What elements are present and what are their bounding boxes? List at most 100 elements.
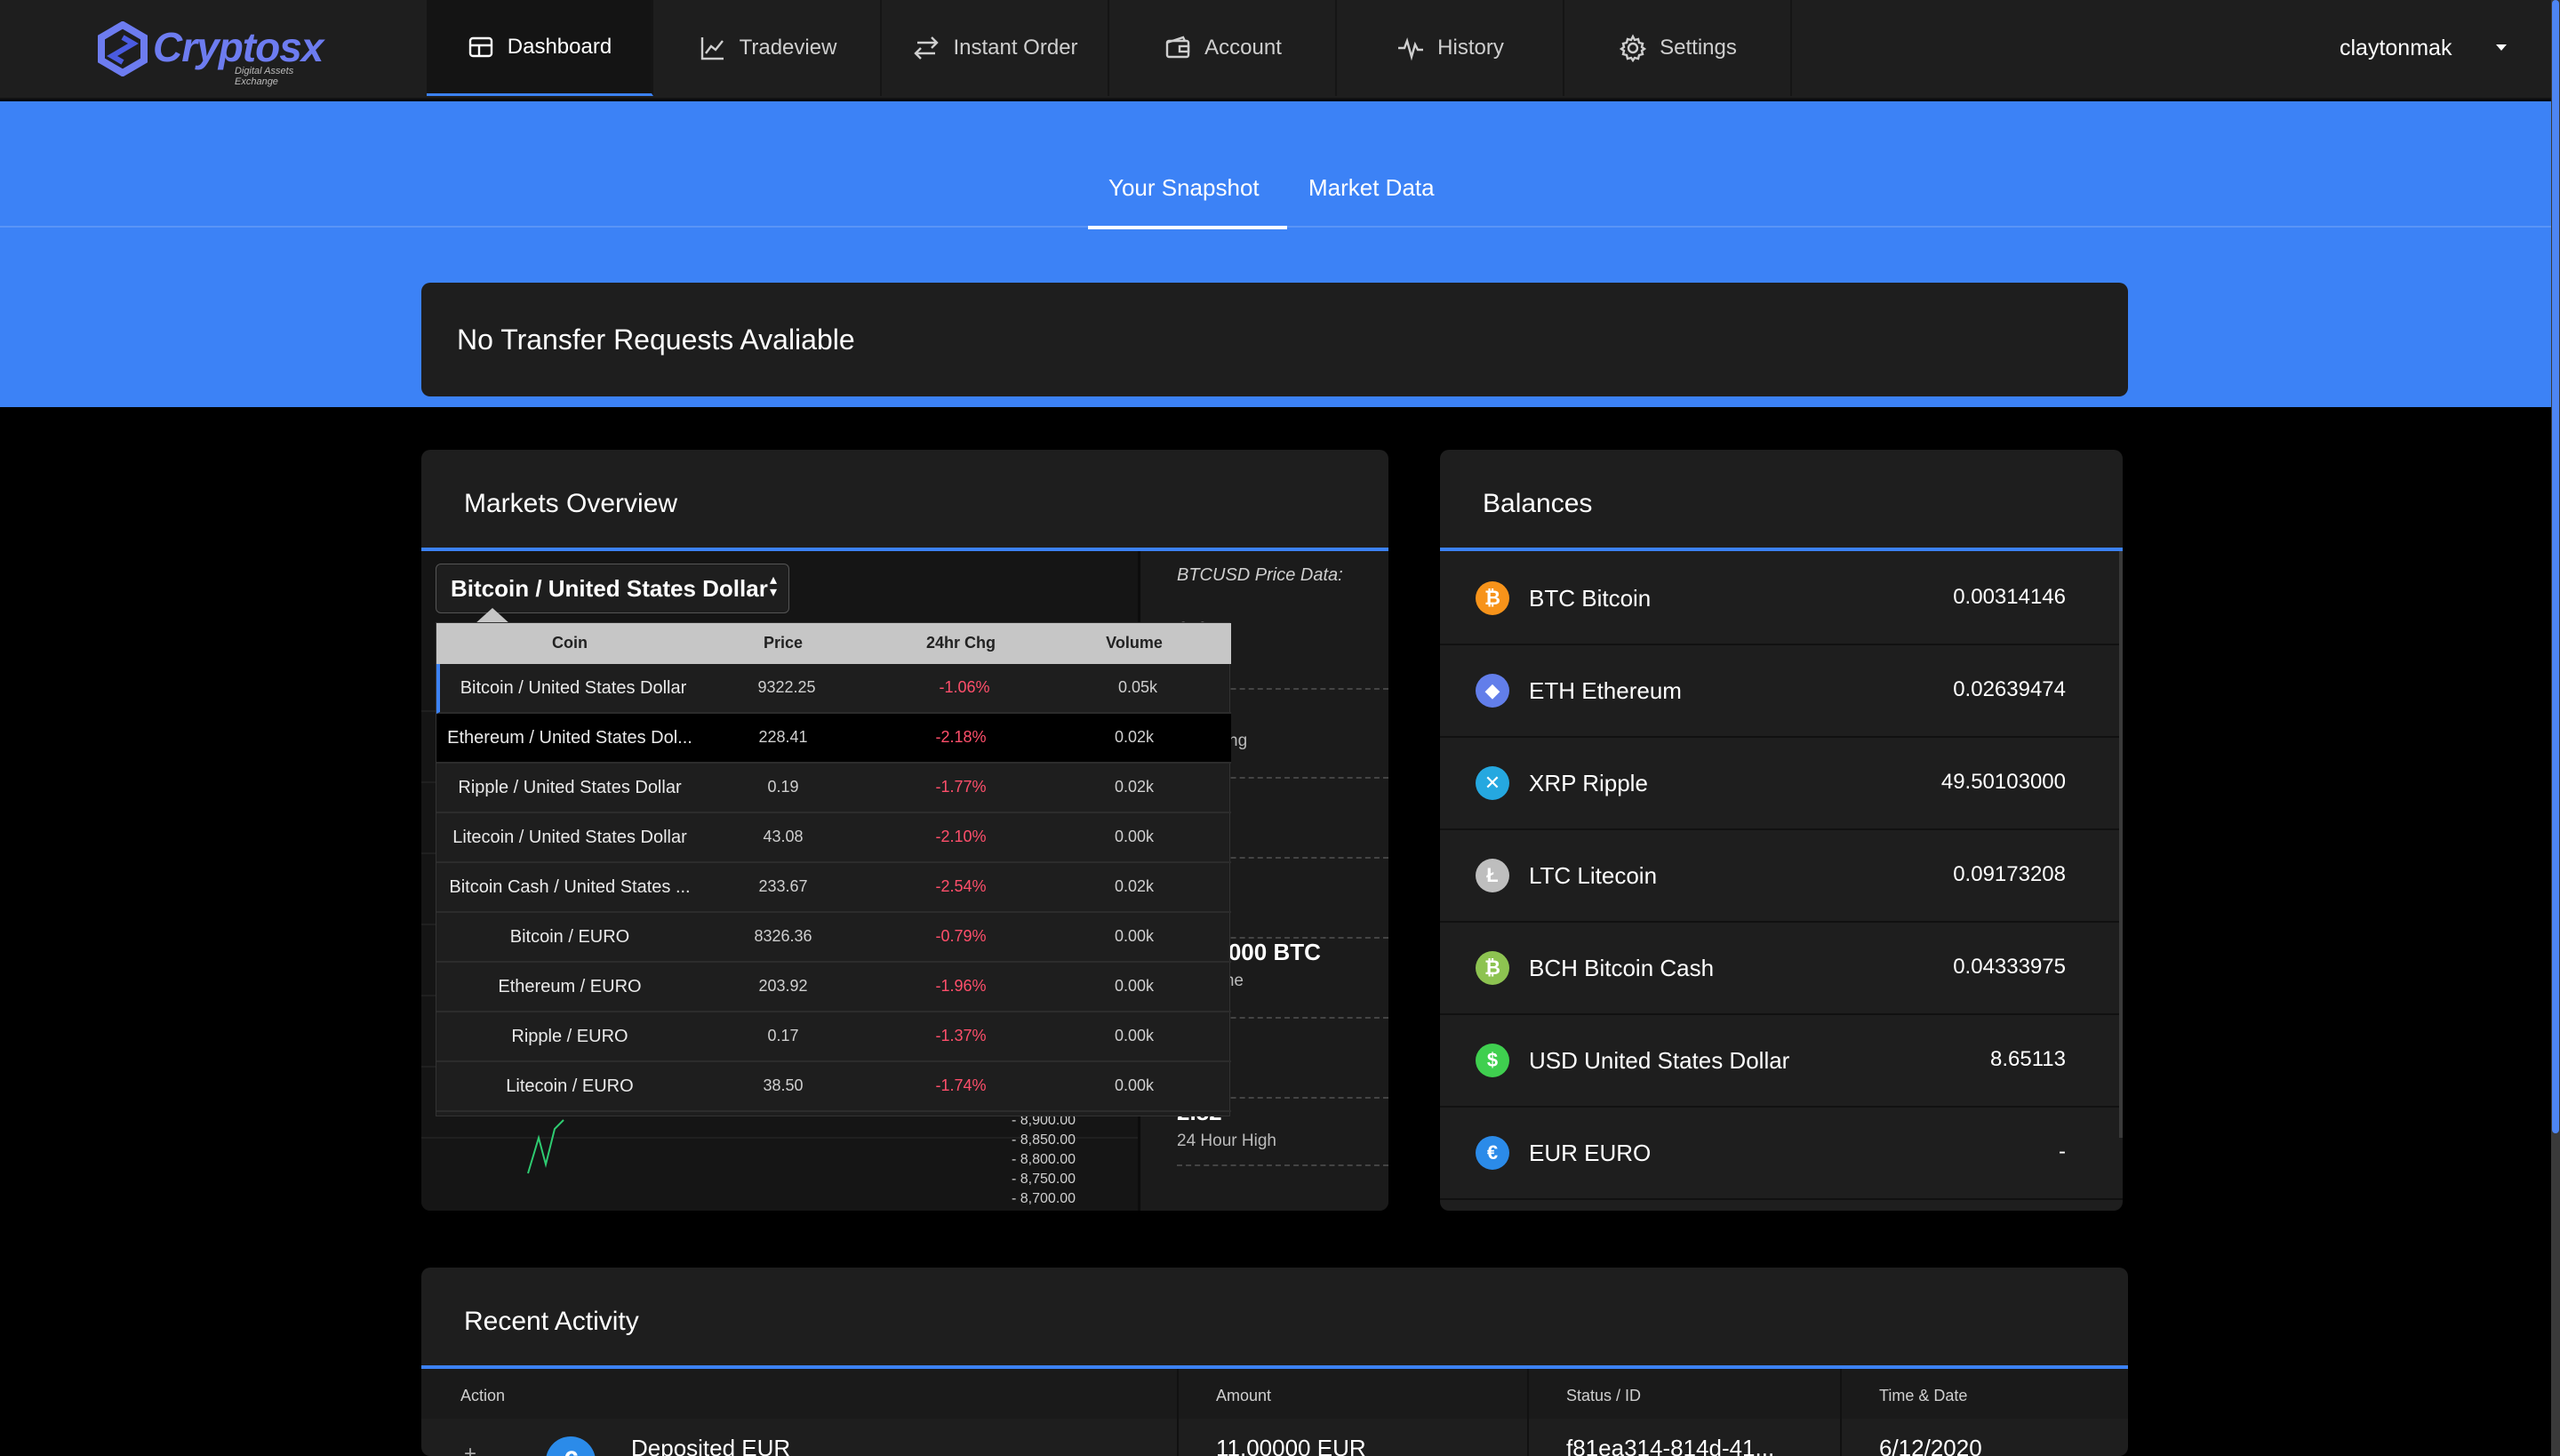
tab-account[interactable]: Account — [1110, 0, 1337, 96]
recent-activity-title: Recent Activity — [464, 1307, 639, 1336]
balance-amount: 0.00314146 — [1953, 585, 2066, 609]
pulse-icon — [1398, 37, 1424, 61]
euro-icon: € — [1476, 1136, 1509, 1170]
price-data-title: BTCUSD Price Data: — [1177, 565, 1343, 585]
balance-row-btc[interactable]: ₿ BTC Bitcoin 0.00314146 — [1440, 553, 2123, 645]
balance-amount: 0.02639474 — [1953, 677, 2066, 701]
caret-down-icon[interactable] — [2496, 44, 2507, 51]
tab-instant-order-label: Instant Order — [953, 36, 1078, 60]
row-price: 228.41 — [758, 728, 808, 746]
dropdown-row[interactable]: Ripple / EURO 0.17 -1.37% 0.00k — [436, 1012, 1231, 1062]
y-tick-label: - 8,800.00 — [1012, 1152, 1076, 1167]
balances-scrollbar[interactable] — [2119, 551, 2123, 1138]
row-volume: 0.05k — [1117, 678, 1158, 696]
row-price: 38.50 — [763, 1076, 804, 1094]
balance-name: USD United States Dollar — [1529, 1047, 1790, 1074]
row-volume: 0.00k — [1114, 977, 1155, 995]
markets-overview-title: Markets Overview — [464, 489, 678, 518]
tab-account-label: Account — [1204, 36, 1282, 60]
row-change: -1.96% — [935, 977, 987, 995]
row-price: 9322.25 — [757, 678, 816, 696]
balance-amount: 8.65113 — [1990, 1047, 2066, 1071]
select-updown-icon: ▴ ▾ — [770, 572, 778, 600]
bitcoin-icon: ₿ — [1476, 581, 1509, 615]
row-change: -2.54% — [935, 877, 987, 895]
row-coin: Litecoin / EURO — [506, 1076, 634, 1096]
ripple-icon: ✕ — [1476, 766, 1509, 800]
tab-instant-order[interactable]: Instant Order — [883, 0, 1109, 96]
balance-name: LTC Litecoin — [1529, 862, 1658, 889]
row-coin: Ethereum / United States Dol... — [447, 728, 692, 748]
tab-history[interactable]: History — [1338, 0, 1564, 96]
row-price: 43.08 — [763, 828, 804, 845]
subtab-market-data[interactable]: Market Data — [1308, 174, 1435, 202]
balance-row-ltc[interactable]: Ł LTC Litecoin 0.09173208 — [1440, 830, 2123, 923]
dashboard-icon — [468, 36, 492, 57]
balance-name: EUR EURO — [1529, 1140, 1652, 1166]
brand-name: Cryptosx — [153, 24, 324, 70]
bitcoin-cash-icon: ₿ — [1476, 951, 1509, 985]
dropdown-row[interactable]: Ethereum / EURO 203.92 -1.96% 0.00k — [436, 963, 1231, 1012]
header-volume: Volume — [1106, 634, 1163, 652]
balances-title: Balances — [1483, 489, 1593, 518]
row-coin: Ethereum / EURO — [498, 977, 642, 996]
row-price: 8326.36 — [754, 927, 812, 945]
swap-arrows-icon — [914, 36, 940, 60]
row-coin: Ripple / EURO — [511, 1027, 628, 1046]
market-pair-dropdown: Coin Price 24hr Chg Volume Bitcoin / Uni… — [436, 622, 1231, 1116]
brand-logo[interactable]: Cryptosx Digital Assets Exchange — [96, 21, 336, 87]
market-pair-select-value: Bitcoin / United States Dollar — [451, 575, 768, 602]
gear-icon — [1619, 34, 1647, 62]
activity-status-id[interactable]: f81ea314-814d-41... — [1566, 1435, 1774, 1456]
row-price: 203.92 — [758, 977, 808, 995]
dropdown-row[interactable]: Litecoin / EURO 38.50 -1.74% 0.00k — [436, 1062, 1231, 1112]
header-amount: Amount — [1216, 1387, 1272, 1404]
row-coin: Ripple / United States Dollar — [458, 778, 682, 797]
activity-amount: 11.00000 EUR — [1216, 1435, 1366, 1456]
dropdown-row[interactable]: Litecoin / United States Dollar 43.08 -2… — [436, 813, 1231, 863]
tab-tradeview[interactable]: Tradeview — [655, 0, 882, 96]
column-divider — [1527, 1369, 1529, 1456]
expand-plus-icon[interactable]: + — [464, 1442, 476, 1456]
header-price: Price — [763, 634, 804, 652]
dropdown-header: Coin Price 24hr Chg Volume — [436, 623, 1231, 664]
activity-date: 6/12/2020 — [1879, 1435, 1982, 1456]
balances-title-rule — [1440, 548, 2123, 551]
transfer-requests-message: No Transfer Requests Avaliable — [457, 324, 855, 356]
balance-row-xrp[interactable]: ✕ XRP Ripple 49.50103000 — [1440, 738, 2123, 830]
tab-dashboard-label: Dashboard — [507, 34, 612, 59]
market-pair-select[interactable]: Bitcoin / United States Dollar — [436, 564, 789, 613]
row-coin: Litecoin / United States Dollar — [452, 828, 687, 847]
row-change: -1.06% — [939, 678, 990, 696]
user-menu-name[interactable]: claytonmak — [2340, 36, 2452, 61]
active-subtab-indicator — [1088, 226, 1287, 229]
balance-row-usd[interactable]: $ USD United States Dollar 8.65113 — [1440, 1015, 2123, 1108]
activity-table-header: Action Amount Status / ID Time & Date — [421, 1369, 2128, 1419]
dropdown-row[interactable]: Bitcoin / EURO 8326.36 -0.79% 0.00k — [436, 913, 1231, 963]
column-divider — [1177, 1369, 1179, 1456]
activity-action: Deposited EUR — [631, 1435, 791, 1456]
tab-dashboard[interactable]: Dashboard — [427, 0, 653, 96]
dropdown-row[interactable]: Ethereum / United States Dol... 228.41 -… — [436, 714, 1231, 764]
header-time-date: Time & Date — [1879, 1387, 1968, 1404]
balance-row-eth[interactable]: ◆ ETH Ethereum 0.02639474 — [1440, 645, 2123, 738]
dropdown-row[interactable]: Ripple / United States Dollar 0.19 -1.77… — [436, 764, 1231, 813]
balance-row-eur[interactable]: € EUR EURO - — [1440, 1108, 2123, 1200]
page-scrollbar-thumb[interactable] — [2552, 0, 2559, 1133]
balance-name: ETH Ethereum — [1529, 677, 1682, 704]
balance-amount: 0.09173208 — [1953, 862, 2066, 886]
row-price: 233.67 — [758, 877, 808, 895]
balance-row-bch[interactable]: ₿ BCH Bitcoin Cash 0.04333975 — [1440, 923, 2123, 1015]
euro-icon: € — [546, 1436, 596, 1456]
balances-panel: Balances ₿ BTC Bitcoin 0.00314146 ◆ ETH … — [1440, 450, 2123, 1211]
dropdown-row[interactable]: Bitcoin / United States Dollar 9322.25 -… — [436, 664, 1231, 714]
dropdown-row[interactable]: Bitcoin Cash / United States ... 233.67 … — [436, 863, 1231, 913]
subtab-your-snapshot[interactable]: Your Snapshot — [1108, 174, 1260, 202]
row-change: -1.74% — [935, 1076, 987, 1094]
ethereum-icon: ◆ — [1476, 674, 1509, 708]
y-tick-label: - 8,750.00 — [1012, 1172, 1076, 1187]
header-coin: Coin — [552, 634, 588, 652]
tab-settings-label: Settings — [1660, 36, 1737, 60]
tab-settings[interactable]: Settings — [1565, 0, 1792, 96]
balance-amount: 49.50103000 — [1940, 770, 2066, 794]
